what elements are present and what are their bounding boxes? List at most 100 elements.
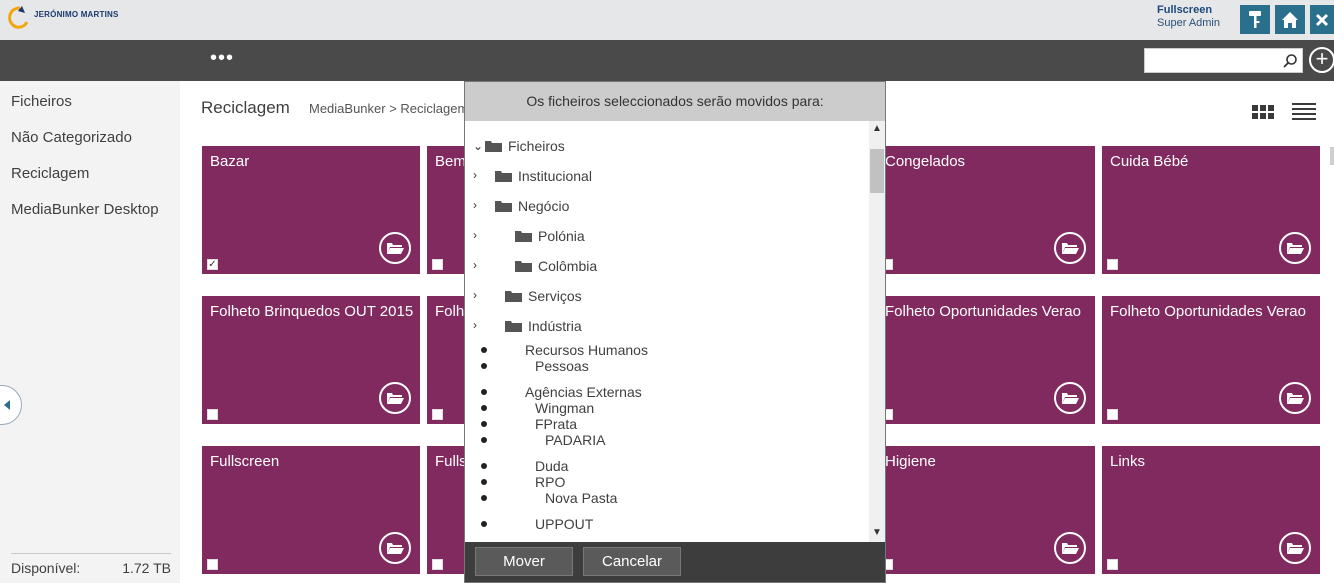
bullet: [481, 405, 487, 411]
folder-tile[interactable]: Folheto Oportunidades Verao: [877, 296, 1095, 424]
folder-tile[interactable]: Congelados: [877, 146, 1095, 274]
tile-checkbox[interactable]: [207, 409, 218, 420]
key-button[interactable]: [1240, 5, 1270, 34]
tree-item-wingman[interactable]: Wingman: [535, 400, 594, 416]
sidebar-item-ficheiros[interactable]: Ficheiros: [11, 93, 72, 110]
tree-node-label: Indústria: [528, 318, 582, 334]
tile-checkbox[interactable]: [1107, 259, 1118, 270]
folder-icon: [495, 171, 512, 182]
tree-item-fprata[interactable]: FPrata: [535, 416, 577, 432]
tree-node-institucional[interactable]: Institucional: [495, 168, 592, 184]
chevron-up-icon[interactable]: ▲: [872, 123, 882, 134]
folder-tile[interactable]: Bazar ✓: [202, 146, 420, 274]
jeronimo-martins-logo-icon: [8, 6, 29, 29]
tree-node-servicos[interactable]: Serviços: [505, 288, 582, 304]
tree-node-label: Polónia: [538, 228, 585, 244]
open-folder-icon[interactable]: [1054, 232, 1086, 264]
page-scrollbar[interactable]: [1330, 147, 1334, 165]
folder-tile[interactable]: Higiene: [877, 446, 1095, 574]
tree-node-label: Colômbia: [538, 258, 598, 274]
tree-item-pessoas[interactable]: Pessoas: [535, 358, 589, 374]
folder-tile[interactable]: Cuida Bébé: [1102, 146, 1320, 274]
tree-item-rpo[interactable]: RPO: [535, 474, 565, 490]
open-folder-icon[interactable]: [379, 382, 411, 414]
chevron-down-icon[interactable]: ⌄: [473, 139, 483, 153]
chevron-right-icon[interactable]: ›: [473, 288, 477, 302]
breadcrumb[interactable]: MediaBunker > Reciclagem: [309, 101, 468, 116]
open-folder-icon[interactable]: [1279, 232, 1311, 264]
sidebar-collapse-button[interactable]: [0, 385, 22, 425]
user-info: Fullscreen Super Admin: [1157, 4, 1220, 29]
tree-node-ficheiros[interactable]: Ficheiros: [485, 138, 565, 154]
brand-logo[interactable]: JERÓNIMO MARTINS: [4, 4, 119, 30]
scrollbar-thumb[interactable]: [870, 149, 884, 193]
brand-name: JERÓNIMO MARTINS: [34, 9, 119, 19]
tree-item-uppout[interactable]: UPPOUT: [535, 516, 593, 532]
search-input[interactable]: [1144, 48, 1303, 73]
dialog-footer: Mover Cancelar: [465, 542, 885, 582]
folder-icon: [505, 291, 522, 302]
folder-tile[interactable]: Fullscreen: [202, 446, 420, 574]
tree-node-label: Negócio: [518, 198, 570, 214]
tree-node-negocio[interactable]: Negócio: [495, 198, 569, 214]
sidebar-item-nao-categorizado[interactable]: Não Categorizado: [11, 129, 132, 146]
bullet: [481, 347, 487, 353]
tile-checkbox[interactable]: [432, 409, 443, 420]
tile-label: Links: [1110, 453, 1146, 470]
tile-checkbox[interactable]: [1107, 559, 1118, 570]
open-folder-icon[interactable]: [1279, 532, 1311, 564]
tile-checkbox[interactable]: [432, 259, 443, 270]
bullet: [481, 495, 487, 501]
folder-icon: [515, 261, 532, 272]
folder-tree: ⌄ Ficheiros › Institucional › Negócio › …: [465, 121, 869, 542]
tree-item-nova-pasta[interactable]: Nova Pasta: [545, 490, 617, 506]
folder-tile[interactable]: Folheto Oportunidades Verao: [1102, 296, 1320, 424]
move-button[interactable]: Mover: [475, 547, 573, 576]
chevron-right-icon[interactable]: ›: [473, 168, 477, 182]
tree-scrollbar[interactable]: ▲ ▼: [869, 121, 885, 542]
tree-node-label: Serviços: [528, 288, 582, 304]
move-files-dialog: Os ficheiros seleccionados serão movidos…: [464, 81, 886, 583]
open-folder-icon[interactable]: [1279, 382, 1311, 414]
tree-item-agencias-externas[interactable]: Agências Externas: [525, 384, 642, 400]
folder-icon: [505, 321, 522, 332]
sidebar-item-mediabunker-desktop[interactable]: MediaBunker Desktop: [11, 201, 159, 218]
list-view-icon[interactable]: [1292, 103, 1316, 123]
open-folder-icon[interactable]: [1054, 382, 1086, 414]
tree-node-colombia[interactable]: Colômbia: [515, 258, 597, 274]
folder-icon: [495, 201, 512, 212]
sidebar-item-reciclagem[interactable]: Reciclagem: [11, 165, 89, 182]
open-folder-icon[interactable]: [379, 232, 411, 264]
more-options-button[interactable]: •••: [210, 48, 234, 68]
folder-tile[interactable]: Folheto Brinquedos OUT 2015: [202, 296, 420, 424]
top-bar: JERÓNIMO MARTINS Fullscreen Super Admin: [0, 0, 1334, 40]
tile-label: Folheto Oportunidades Verao: [885, 303, 1081, 320]
tile-checkbox[interactable]: [207, 559, 218, 570]
tile-checkbox[interactable]: [1107, 409, 1118, 420]
tile-checkbox[interactable]: [432, 559, 443, 570]
chevron-right-icon[interactable]: ›: [473, 198, 477, 212]
chevron-down-icon[interactable]: ▼: [872, 527, 882, 538]
chevron-right-icon[interactable]: ›: [473, 228, 477, 242]
open-folder-icon[interactable]: [379, 532, 411, 564]
tree-node-polonia[interactable]: Polónia: [515, 228, 585, 244]
search-icon[interactable]: [1282, 53, 1298, 69]
open-folder-icon[interactable]: [1054, 532, 1086, 564]
dialog-title: Os ficheiros seleccionados serão movidos…: [465, 82, 885, 121]
add-icon[interactable]: +: [1309, 47, 1334, 73]
user-role: Super Admin: [1157, 17, 1220, 29]
chevron-right-icon[interactable]: ›: [473, 258, 477, 272]
close-button[interactable]: [1310, 5, 1334, 34]
tree-item-duda[interactable]: Duda: [535, 458, 568, 474]
bullet: [481, 437, 487, 443]
folder-tile[interactable]: Links: [1102, 446, 1320, 574]
cancel-button[interactable]: Cancelar: [583, 547, 681, 576]
tile-checkbox[interactable]: ✓: [207, 259, 218, 270]
chevron-right-icon[interactable]: ›: [473, 318, 477, 332]
bullet: [481, 363, 487, 369]
page-title: Reciclagem: [201, 98, 290, 117]
tree-item-recursos-humanos[interactable]: Recursos Humanos: [525, 342, 648, 358]
tree-item-padaria[interactable]: PADARIA: [545, 432, 605, 448]
home-button[interactable]: [1275, 5, 1305, 34]
tree-node-industria[interactable]: Indústria: [505, 318, 582, 334]
